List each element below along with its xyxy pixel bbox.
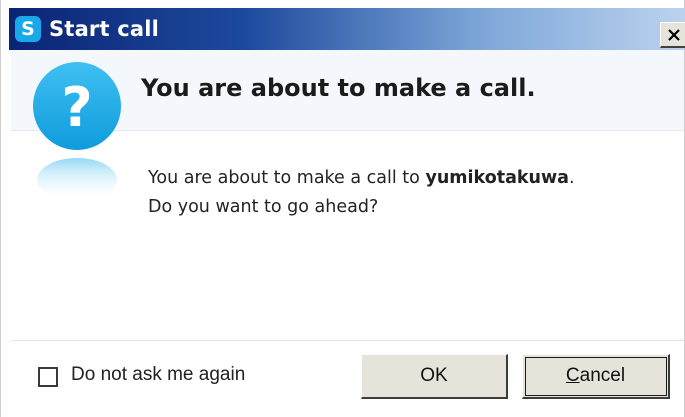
ok-button[interactable]: OK bbox=[361, 354, 508, 399]
window-title: Start call bbox=[49, 17, 160, 41]
message-prefix: You are about to make a call to bbox=[148, 168, 426, 188]
contact-name: yumikotakuwa bbox=[425, 168, 569, 188]
start-call-dialog: S Start call ? You are about to make a c… bbox=[0, 0, 685, 417]
skype-icon: S bbox=[15, 16, 41, 42]
cancel-button[interactable]: Cancel bbox=[522, 354, 670, 399]
message-line-1: You are about to make a call to yumikota… bbox=[148, 164, 575, 193]
svg-text:?: ? bbox=[61, 76, 92, 139]
title-bar[interactable]: S Start call bbox=[9, 8, 685, 50]
cancel-mnemonic: C bbox=[565, 365, 580, 386]
message-line-2: Do you want to go ahead? bbox=[148, 197, 379, 217]
close-icon bbox=[668, 29, 680, 41]
footer-divider bbox=[11, 340, 684, 341]
dialog-message: You are about to make a call to yumikota… bbox=[148, 164, 575, 222]
do-not-ask-label[interactable]: Do not ask me again bbox=[71, 364, 245, 386]
question-icon: ? bbox=[33, 62, 121, 202]
do-not-ask-checkbox[interactable] bbox=[38, 367, 58, 387]
cancel-label-rest: ancel bbox=[579, 365, 626, 386]
close-button[interactable] bbox=[660, 22, 685, 48]
message-suffix: . bbox=[568, 168, 575, 188]
dialog-heading: You are about to make a call. bbox=[141, 74, 536, 102]
